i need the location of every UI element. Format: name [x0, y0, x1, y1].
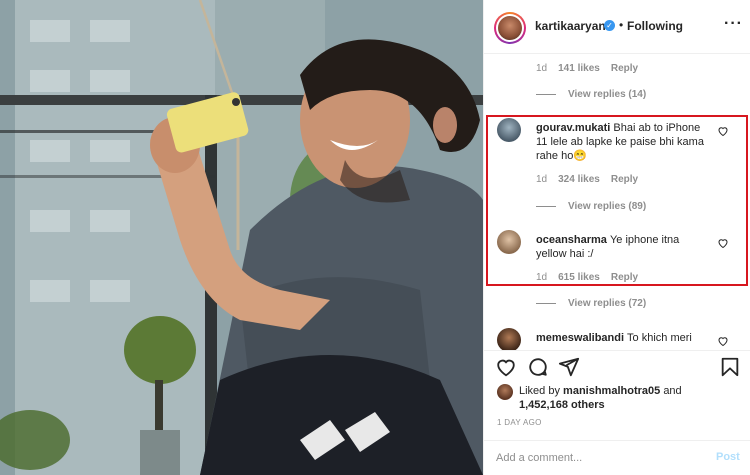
avatar[interactable]	[497, 384, 513, 400]
comment-likes[interactable]: 141 likes	[558, 63, 600, 74]
reply-button[interactable]: Reply	[611, 63, 638, 74]
view-replies-button[interactable]: View replies (14)	[536, 89, 646, 100]
share-icon[interactable]	[558, 356, 580, 378]
view-replies-label: View replies (14)	[568, 89, 647, 100]
add-comment-bar: Post	[484, 440, 750, 475]
view-replies-label: View replies (72)	[568, 298, 647, 309]
heart-icon[interactable]	[495, 356, 517, 378]
post-photo-illustration	[0, 0, 483, 475]
liked-by-user[interactable]: manishmalhotra05	[563, 385, 660, 397]
liked-by-text: Liked by manishmalhotra05 and 1,452,168 …	[519, 384, 739, 412]
bookmark-icon[interactable]	[719, 356, 741, 378]
comment-icon[interactable]	[527, 356, 549, 378]
highlight-box	[486, 115, 748, 286]
post-button[interactable]: Post	[716, 451, 740, 463]
avatar[interactable]	[494, 12, 526, 44]
comment-age: 1d	[536, 63, 548, 74]
post-username[interactable]: kartikaaryan	[535, 19, 606, 33]
following-button[interactable]: Following	[627, 19, 683, 33]
comment-meta: 1d 141 likes Reply	[536, 63, 638, 74]
verified-badge-icon: ✓	[604, 20, 615, 31]
comment-text: memeswalibandi To khich meri	[536, 331, 711, 345]
liked-by-prefix: Liked by	[519, 385, 560, 397]
view-replies-button[interactable]: View replies (72)	[536, 298, 646, 309]
post-header: kartikaaryan ✓ • Following ···	[484, 0, 750, 54]
separator-dot: •	[619, 18, 624, 32]
liked-by-count[interactable]: 1,452,168 others	[519, 399, 605, 411]
post-photo[interactable]	[0, 0, 483, 475]
comment-input[interactable]	[496, 450, 696, 466]
post-actions: Liked by manishmalhotra05 and 1,452,168 …	[484, 350, 750, 440]
heart-icon[interactable]	[717, 335, 729, 347]
comment-body: To khich meri	[627, 332, 692, 344]
comment-username[interactable]: memeswalibandi	[536, 332, 624, 344]
post-timestamp[interactable]: 1 DAY AGO	[497, 418, 542, 427]
more-options-icon[interactable]: ···	[724, 16, 743, 32]
comment-avatar[interactable]	[497, 328, 521, 350]
liked-by-and: and	[663, 385, 682, 397]
